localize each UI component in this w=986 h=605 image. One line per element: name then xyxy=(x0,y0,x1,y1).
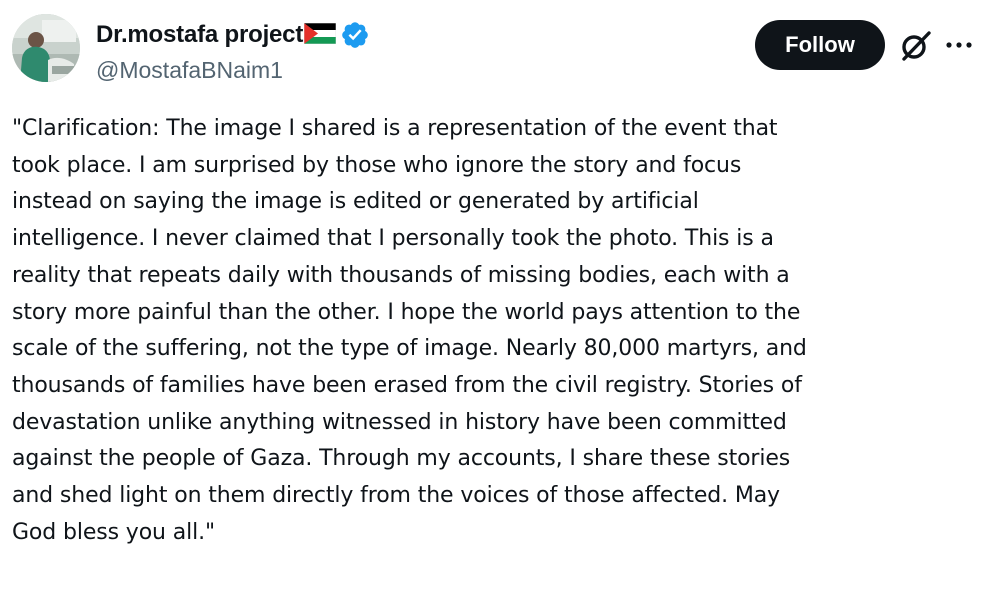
tweet-text-line: devastation unlike anything witnessed in… xyxy=(12,409,787,435)
follow-button[interactable]: Follow xyxy=(755,20,885,70)
grok-icon[interactable] xyxy=(898,28,934,64)
avatar[interactable] xyxy=(12,14,80,82)
author-handle[interactable]: @MostafaBNaim1 xyxy=(96,57,283,84)
tweet-text-line: against the people of Gaza. Through my a… xyxy=(12,446,791,472)
tweet-text-line: God bless you all." xyxy=(12,519,215,545)
tweet-text-line: scale of the suffering, not the type of … xyxy=(12,336,807,362)
tweet-text-line: "Clarification: The image I shared is a … xyxy=(12,116,778,141)
tweet-text: "Clarification: The image I shared is a … xyxy=(12,111,982,551)
author-name-row: Dr.mostafa project xyxy=(96,18,370,52)
palestine-flag-icon xyxy=(304,22,337,44)
more-horizontal-icon[interactable] xyxy=(944,30,974,60)
tweet-text-line: story more painful than the other. I hop… xyxy=(12,299,801,325)
verified-badge-icon xyxy=(340,20,370,50)
tweet-text-line: and shed light on them directly from the… xyxy=(12,483,780,509)
tweet-text-line: reality that repeats daily with thousand… xyxy=(12,262,790,288)
author-display-name[interactable]: Dr.mostafa project xyxy=(96,21,303,49)
tweet-card: Dr.mostafa project @MostafaBNaim1 Follow xyxy=(0,0,986,605)
tweet-text-line: thousands of families have been erased f… xyxy=(12,372,802,398)
tweet-text-line: instead on saying the image is edited or… xyxy=(12,189,699,215)
avatar-image xyxy=(12,14,80,82)
tweet-text-line: intelligence. I never claimed that I per… xyxy=(12,226,774,252)
tweet-text-line: took place. I am surprised by those who … xyxy=(12,152,742,178)
